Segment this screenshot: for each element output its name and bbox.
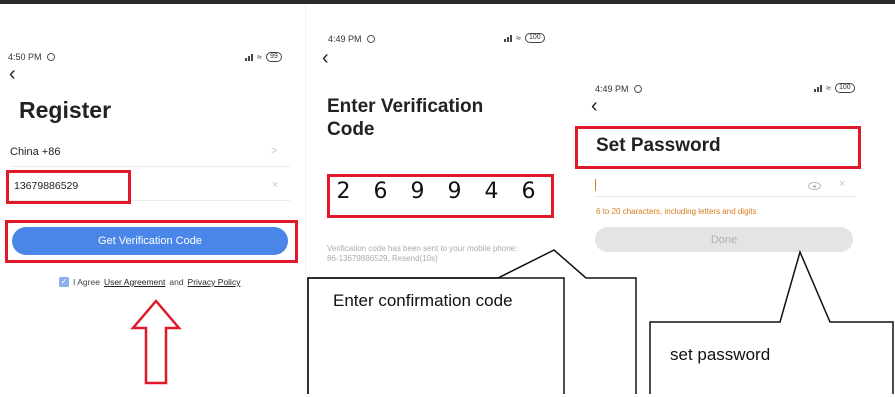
agreement-row: ✓ I Agree User Agreement and Privacy Pol…	[59, 277, 240, 287]
callout-confirmation-pointer	[307, 249, 637, 394]
wifi-icon: ≈	[257, 52, 262, 62]
password-requirements-hint: 6 to 20 characters, including letters an…	[596, 207, 757, 216]
password-input-underline[interactable]	[595, 196, 855, 197]
alarm-icon	[633, 85, 642, 93]
status-bar-icons: ≈ 99	[245, 52, 282, 62]
eye-icon[interactable]	[808, 182, 821, 190]
privacy-policy-link[interactable]: Privacy Policy	[188, 277, 241, 287]
callout-confirmation-text: Enter confirmation code	[333, 291, 513, 310]
wifi-icon: ≈	[826, 83, 831, 93]
password-input-caret	[595, 179, 596, 191]
country-code-selector[interactable]: China +86	[10, 146, 60, 158]
back-icon[interactable]: ‹	[591, 96, 598, 116]
title-highlight-box	[575, 126, 861, 169]
signal-icon	[245, 53, 253, 61]
signal-icon	[814, 84, 822, 92]
status-time-text: 4:50 PM	[8, 52, 42, 62]
wifi-icon: ≈	[516, 33, 521, 43]
alarm-icon	[366, 35, 375, 43]
code-highlight-box	[327, 174, 554, 218]
and-text: and	[169, 277, 184, 287]
signal-icon	[504, 34, 512, 42]
register-screen: 4:50 PM ≈ 99 ‹ Register China +86 > 1367…	[0, 4, 306, 397]
user-agreement-link[interactable]: User Agreement	[104, 277, 165, 287]
title-line-2: Code	[327, 119, 375, 140]
back-icon[interactable]: ‹	[322, 48, 329, 68]
status-bar-time: 4:50 PM	[8, 52, 55, 62]
status-bar-icons: ≈ 100	[504, 33, 545, 43]
agree-text: I Agree	[73, 277, 100, 287]
divider	[10, 166, 290, 167]
callout-password-text: set password	[670, 345, 771, 364]
back-icon[interactable]: ‹	[9, 64, 16, 84]
status-bar-time: 4:49 PM	[595, 84, 642, 94]
battery-icon: 100	[524, 33, 545, 43]
button-highlight-box	[5, 220, 298, 263]
status-bar-icons: ≈ 100	[814, 83, 855, 93]
phone-highlight-box	[6, 170, 131, 204]
battery-icon: 99	[265, 52, 282, 62]
status-time-text: 4:49 PM	[328, 34, 362, 44]
status-time-text: 4:49 PM	[595, 84, 629, 94]
up-arrow-icon	[130, 299, 182, 385]
page-title: Enter Verification Code	[327, 95, 483, 141]
status-bar-time: 4:49 PM	[328, 34, 375, 44]
title-line-1: Enter Verification	[327, 96, 484, 117]
callout-password-shape	[649, 249, 894, 394]
clear-icon[interactable]: ×	[839, 178, 845, 190]
page-title: Register	[19, 97, 112, 123]
chevron-right-icon[interactable]: >	[271, 145, 277, 157]
alarm-icon	[46, 53, 55, 61]
battery-icon: 100	[834, 83, 855, 93]
clear-icon[interactable]: ×	[272, 179, 278, 191]
checkbox-icon[interactable]: ✓	[59, 277, 69, 287]
